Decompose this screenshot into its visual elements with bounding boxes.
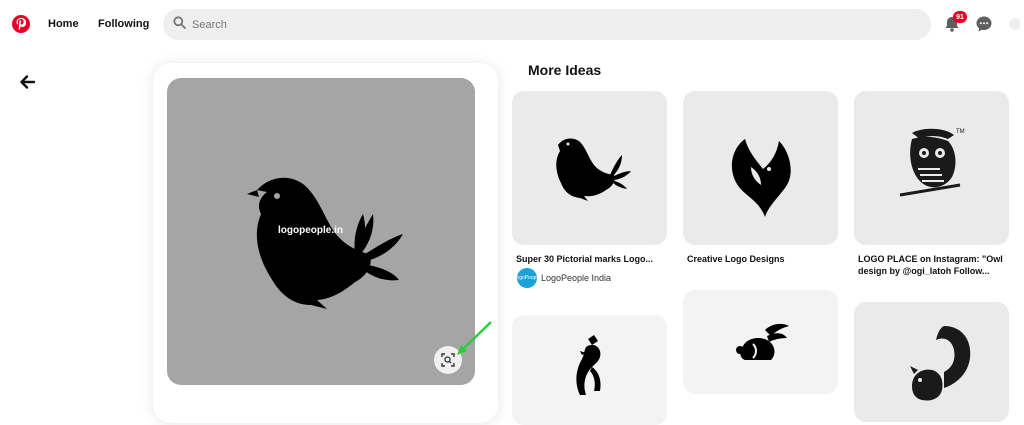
idea-author[interactable]: LogoPeople LogoPeople India <box>514 268 612 288</box>
nav-home[interactable]: Home <box>48 18 79 30</box>
chat-icon[interactable] <box>975 15 993 33</box>
more-ideas-title: More Ideas <box>528 62 602 78</box>
back-arrow-icon[interactable] <box>18 72 38 92</box>
search-input[interactable] <box>192 18 892 31</box>
annotation-arrow <box>457 321 492 355</box>
search-bar[interactable] <box>163 9 931 40</box>
idea-tile[interactable] <box>854 302 1009 422</box>
idea-tile[interactable] <box>512 315 667 425</box>
bird-logo-image <box>731 139 791 217</box>
bird-logo-image <box>556 138 631 201</box>
idea-title[interactable]: Super 30 Pictorial marks Logo... <box>516 253 666 265</box>
idea-tile[interactable] <box>683 91 838 245</box>
nav-following[interactable]: Following <box>98 18 149 30</box>
idea-title[interactable]: Creative Logo Designs <box>687 253 837 265</box>
owl-logo-image: TM <box>899 128 965 197</box>
search-icon <box>173 15 186 34</box>
top-bar: Home Following 91 <box>0 0 1024 50</box>
rabbit-logo-image <box>736 323 789 360</box>
pinterest-logo-icon[interactable] <box>12 15 30 33</box>
author-name: LogoPeople India <box>541 273 612 283</box>
idea-tile[interactable] <box>683 290 838 394</box>
pin-watermark: logopeople.in <box>278 225 343 236</box>
rooster-logo-image <box>576 335 601 395</box>
squirrel-logo-image <box>910 326 971 401</box>
idea-title[interactable]: LOGO PLACE on Instagram: "Owl design by … <box>858 253 1008 277</box>
notification-badge: 91 <box>953 11 967 23</box>
avatar: LogoPeople <box>514 268 540 288</box>
idea-tile[interactable] <box>512 91 667 245</box>
account-icon[interactable] <box>1006 15 1021 33</box>
idea-tile[interactable]: TM <box>854 91 1009 245</box>
svg-text:TM: TM <box>956 129 965 135</box>
